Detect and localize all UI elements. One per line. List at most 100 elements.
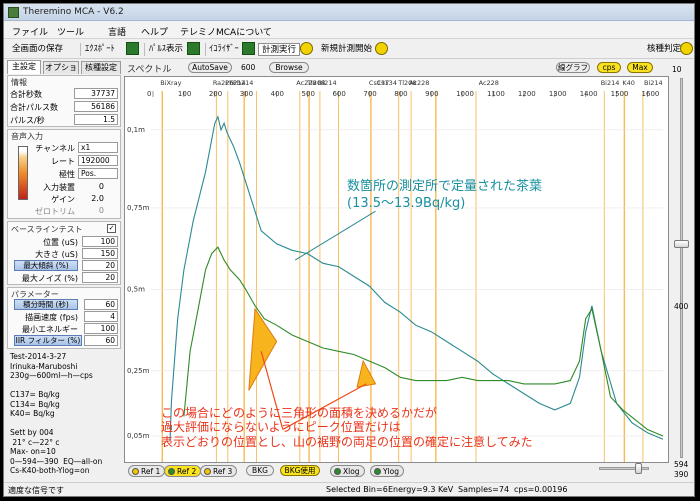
- bkg-button[interactable]: BKG: [246, 465, 274, 476]
- tab-nuclide-settings[interactable]: 核種設定: [81, 61, 121, 74]
- pulse-display-button[interactable]: ﾊﾟﾙｽ表示: [149, 43, 183, 56]
- y-tick-label: 0,05m: [127, 432, 150, 440]
- right-mid-value: 400: [674, 302, 689, 311]
- x-tick-label: 200: [209, 90, 222, 98]
- ref2-dot: [168, 468, 175, 475]
- isotope-label: Pb214: [233, 79, 253, 87]
- x-tick-label: 1400: [580, 90, 598, 98]
- x-tick-label: 300: [240, 90, 253, 98]
- samples-readout: Samples=74: [458, 485, 510, 494]
- ref3-button[interactable]: Ref 3: [200, 465, 238, 477]
- vertical-zoom-track[interactable]: [680, 78, 683, 458]
- baseline-test-checkbox[interactable]: ✓: [107, 224, 116, 233]
- max-slope-value[interactable]: 20: [82, 260, 118, 271]
- autosave-interval[interactable]: 600: [241, 63, 255, 72]
- integration-time-value[interactable]: 60: [84, 299, 118, 310]
- total-seconds-value: 37737: [74, 88, 118, 99]
- menu-about[interactable]: テレミノMCAについて: [180, 25, 272, 38]
- draw-speed-value[interactable]: 4: [84, 311, 118, 322]
- x-tick-label: 1100: [487, 90, 505, 98]
- sample-label-line1: 数箇所の測定所で定量された茶葉: [347, 178, 542, 194]
- size-value[interactable]: 150: [82, 248, 118, 259]
- iir-filter-button[interactable]: IIR フィルター (%): [14, 335, 82, 346]
- tab-main-settings[interactable]: 主設定: [7, 60, 41, 74]
- save-screen-button[interactable]: 全画面の保存: [12, 43, 63, 56]
- input-level-meter: [18, 146, 28, 200]
- gain-value[interactable]: 2.0: [78, 194, 104, 203]
- export-button[interactable]: ｴｸｽﾎﾟｰﾄ: [85, 43, 115, 56]
- polarity-select[interactable]: Pos.: [78, 168, 118, 179]
- min-energy-value[interactable]: 100: [84, 323, 118, 334]
- app-icon: [8, 7, 19, 18]
- sample-label-line2: (13.5～13.9Bq/kg): [347, 196, 465, 211]
- total-pulses-label: 合計パルス数: [10, 103, 58, 112]
- isotope-label: Ac228: [409, 79, 429, 87]
- vertical-zoom-thumb[interactable]: [674, 240, 689, 248]
- max-slope-button[interactable]: 最大傾斜 (%): [14, 260, 78, 271]
- horizontal-slider-thumb[interactable]: [635, 463, 642, 474]
- zero-trim-label: ゼロトリム: [35, 207, 75, 216]
- cps-readout: cps=0.00196: [514, 485, 568, 494]
- menu-tools[interactable]: ツール: [57, 25, 84, 38]
- x-tick-label: 900: [425, 90, 438, 98]
- rate-select[interactable]: 192000: [78, 155, 118, 166]
- peak-triangle-cs137: [356, 359, 377, 388]
- y-tick-label: 0,5m: [127, 285, 145, 293]
- x-tick-label: 600: [332, 90, 345, 98]
- menu-language[interactable]: 言語: [108, 25, 126, 38]
- autosave-button[interactable]: AutoSave: [188, 62, 232, 73]
- min-energy-label: 最小エネルギー: [22, 325, 78, 334]
- y-tick-label: 0,75m: [127, 204, 150, 212]
- measure-run-button[interactable]: 計測実行: [258, 43, 301, 56]
- browse-button[interactable]: Browse: [269, 62, 309, 73]
- channel-label: チャンネル: [35, 144, 75, 153]
- menu-help[interactable]: ヘルプ: [141, 25, 168, 38]
- baseline-test-section: ベースラインテスト ✓ 位置 (uS) 100 大きさ (uS) 150 最大傾…: [7, 221, 121, 285]
- xlog-dot: [334, 468, 341, 475]
- ref2-label: Ref 2: [177, 467, 197, 476]
- status-bar: 適度な信号です Selected Bin=6 Energy=9.3 KeV Sa…: [4, 482, 694, 496]
- nuclide-id-button[interactable]: 核種判定: [647, 43, 681, 56]
- export-chart-icon[interactable]: [126, 42, 139, 55]
- selected-bin: Selected Bin=6: [326, 485, 388, 494]
- max-noise-value[interactable]: 20: [82, 272, 118, 283]
- polarity-label: 極性: [59, 170, 75, 179]
- menu-bar: ファイル ツール 言語 ヘルプ テレミノMCAについて: [4, 22, 694, 39]
- tab-options[interactable]: オプション: [43, 61, 79, 84]
- gain-label: ゲイン: [51, 195, 75, 204]
- bkg-use-toggle[interactable]: BKG使用: [280, 465, 320, 476]
- annotation-note-3: 表示どおりの位置とし、山の裾野の両足の位置の確定に注意してみた: [161, 434, 533, 449]
- isotope-label: BiXray: [160, 79, 181, 87]
- ylog-toggle[interactable]: Ylog: [370, 465, 405, 477]
- max-noise-label: 最大ノイズ (%): [21, 274, 78, 283]
- annotation-note-1: この場合にどのように三角形の面積を決めるかだが: [161, 405, 437, 420]
- toolbar-separator: [205, 43, 206, 56]
- equalizer-chart-icon[interactable]: [242, 42, 255, 55]
- line-graph-button[interactable]: 線グラフ: [556, 62, 590, 73]
- menu-file[interactable]: ファイル: [12, 25, 48, 38]
- channel-select[interactable]: x1: [78, 142, 118, 153]
- new-measure-button[interactable]: 新規計測開始: [321, 43, 372, 56]
- xlog-toggle[interactable]: Xlog: [330, 465, 365, 477]
- equalizer-button[interactable]: ｲｺﾗｲｻﾞｰ: [209, 43, 239, 56]
- position-label: 位置 (uS): [43, 238, 78, 247]
- window-title: Theremino MCA - V6.2: [23, 7, 124, 17]
- max-toggle[interactable]: Max: [627, 62, 653, 73]
- info-section: 情報 合計秒数 37737 合計パルス数 56186 パルス/秒 1.5: [7, 75, 121, 127]
- zero-trim-value[interactable]: 0: [78, 206, 104, 215]
- pulse-chart-icon[interactable]: [187, 42, 200, 55]
- spectrum-plot[interactable]: BiXray Ra226 Pb214 Pb214 Ac228 Tl208 Bi214 Cs13…: [124, 76, 669, 463]
- position-value[interactable]: 100: [82, 236, 118, 247]
- audio-input-section: 音声入力 チャンネル x1 レート 192000 極性 Pos. 入力装置 0 …: [7, 129, 121, 219]
- integration-time-button[interactable]: 積分時間 (秒): [14, 299, 78, 310]
- right-top-value: 10: [672, 65, 682, 74]
- ref1-button[interactable]: Ref 1: [128, 465, 166, 477]
- iir-filter-value[interactable]: 60: [84, 335, 118, 346]
- pulses-per-second-label: パルス/秒: [10, 116, 45, 125]
- spectrum-title: スペクトル: [127, 65, 172, 75]
- ref2-button[interactable]: Ref 2: [164, 465, 202, 477]
- x-tick-label: 1300: [549, 90, 567, 98]
- cps-toggle[interactable]: cps: [597, 62, 621, 73]
- isotope-label: K40: [622, 79, 635, 87]
- input-device-value[interactable]: 0: [78, 182, 104, 191]
